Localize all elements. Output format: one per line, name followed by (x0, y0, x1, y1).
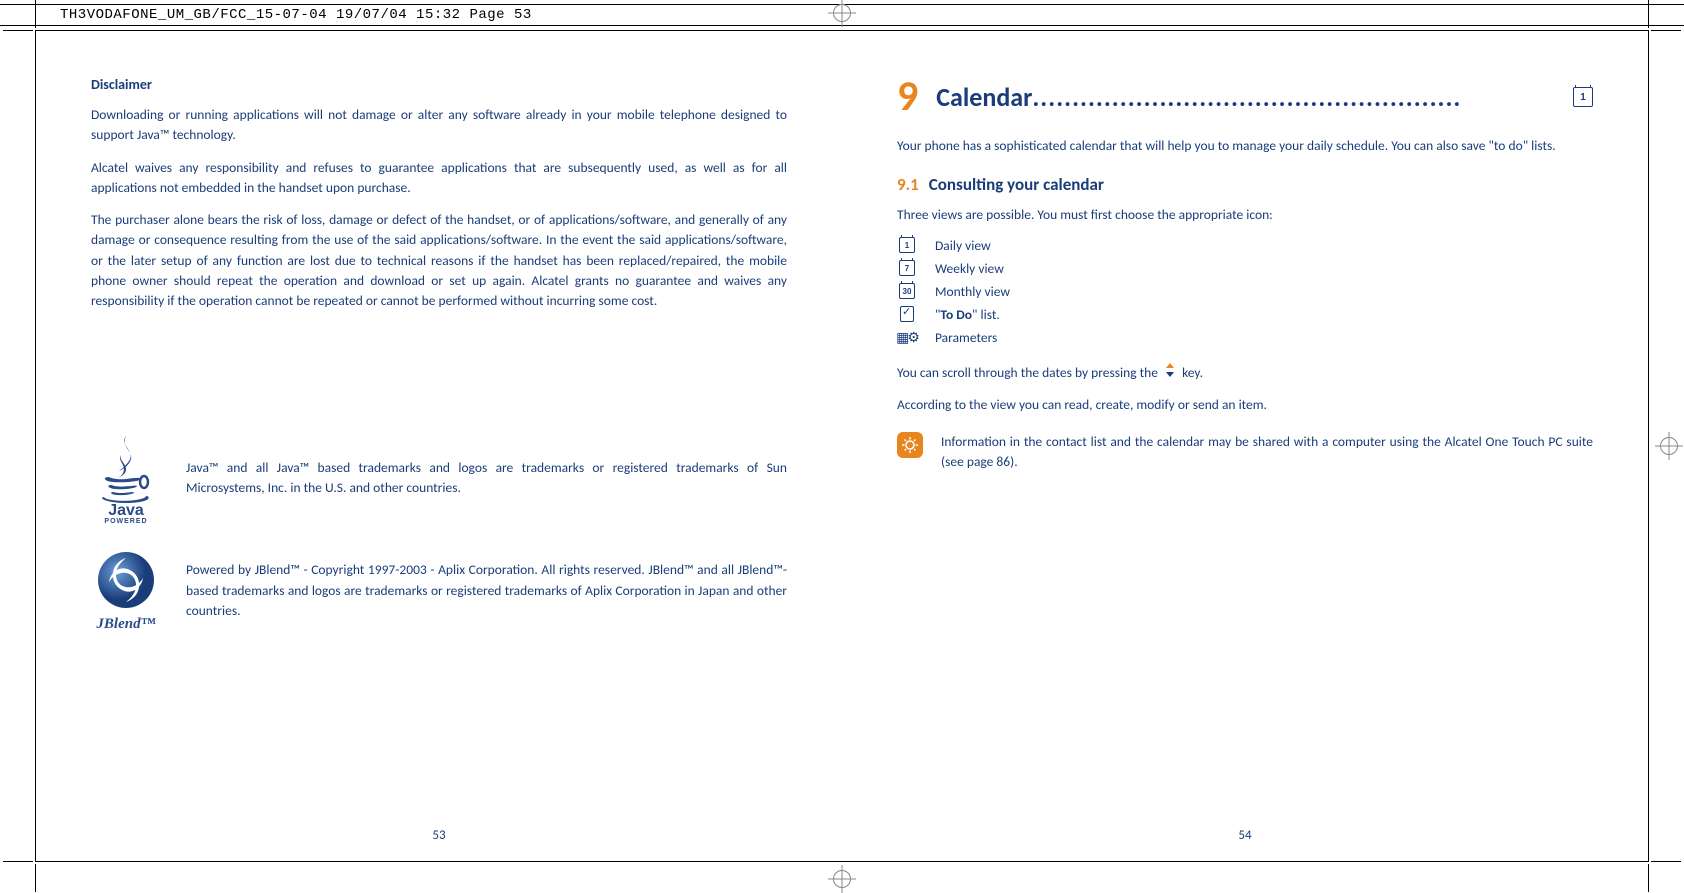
list-item: 7 Weekly view (897, 257, 1593, 280)
view-label: Daily view (935, 237, 991, 254)
section-intro: Three views are possible. You must first… (897, 205, 1593, 225)
svg-text:JBlend™: JBlend™ (95, 616, 155, 632)
registration-mark-icon (1660, 437, 1678, 455)
chapter-title: Calendar (936, 81, 1032, 113)
chapter-dots: ........................................… (1032, 81, 1565, 113)
svg-text:POWERED: POWERED (104, 518, 147, 523)
disclaimer-p1: Downloading or running applications will… (91, 105, 787, 146)
page-number-left: 53 (432, 828, 445, 843)
list-item: "To Do" list. (897, 303, 1593, 326)
info-note: Information in the contact list and the … (897, 432, 1593, 473)
view-label: "To Do" list. (935, 306, 1000, 323)
jblend-logo-icon: JBlend™ (91, 548, 161, 633)
according-text: According to the view you can read, crea… (897, 395, 1593, 415)
updown-key-icon (1164, 363, 1176, 383)
java-powered-logo-icon: Java POWERED (91, 433, 161, 523)
chapter-number: 9 (897, 76, 918, 118)
section-number: 9.1 (897, 174, 919, 195)
disclaimer-heading: Disclaimer (91, 76, 787, 93)
disclaimer-p3: The purchaser alone bears the risk of lo… (91, 210, 787, 311)
page-53: Disclaimer Downloading or running applic… (36, 31, 842, 861)
disclaimer-p2: Alcatel waives any responsibility and re… (91, 158, 787, 199)
print-header: TH3VODAFONE_UM_GB/FCC_15-07-04 19/07/04 … (0, 4, 1684, 26)
jblend-trademark-text: Powered by JBlend™ - Copyright 1997-2003… (186, 560, 787, 621)
calendar-intro: Your phone has a sophisticated calendar … (897, 136, 1593, 156)
svg-text:Java: Java (108, 502, 144, 519)
list-item: 1 Daily view (897, 234, 1593, 257)
java-trademark-text: Java™ and all Java™ based trademarks and… (186, 458, 787, 499)
info-text: Information in the contact list and the … (941, 432, 1593, 473)
view-label: Weekly view (935, 260, 1004, 277)
section-heading: 9.1 Consulting your calendar (897, 174, 1593, 195)
java-logo-block: Java POWERED Java™ and all Java™ based t… (91, 433, 787, 523)
scroll-instruction: You can scroll through the dates by pres… (897, 363, 1593, 384)
view-label: Parameters (935, 329, 997, 346)
daily-view-icon: 1 (897, 237, 917, 253)
parameters-icon: ▦⚙ (897, 329, 917, 346)
chapter-heading: 9 Calendar .............................… (897, 76, 1593, 118)
calendar-chapter-icon: 1 (1573, 87, 1593, 107)
weekly-view-icon: 7 (897, 260, 917, 276)
jblend-logo-block: JBlend™ Powered by JBlend™ - Copyright 1… (91, 548, 787, 633)
view-list: 1 Daily view 7 Weekly view 30 Monthly vi… (897, 234, 1593, 349)
list-item: ▦⚙ Parameters (897, 326, 1593, 349)
tip-lightbulb-icon (897, 432, 923, 458)
list-item: 30 Monthly view (897, 280, 1593, 303)
monthly-view-icon: 30 (897, 283, 917, 299)
page-number-right: 54 (1238, 828, 1251, 843)
section-title: Consulting your calendar (929, 174, 1104, 195)
todo-list-icon (897, 306, 917, 322)
view-label: Monthly view (935, 283, 1010, 300)
page-54: 9 Calendar .............................… (842, 31, 1648, 861)
registration-mark-icon (833, 870, 851, 888)
page-spread: Disclaimer Downloading or running applic… (35, 30, 1649, 862)
